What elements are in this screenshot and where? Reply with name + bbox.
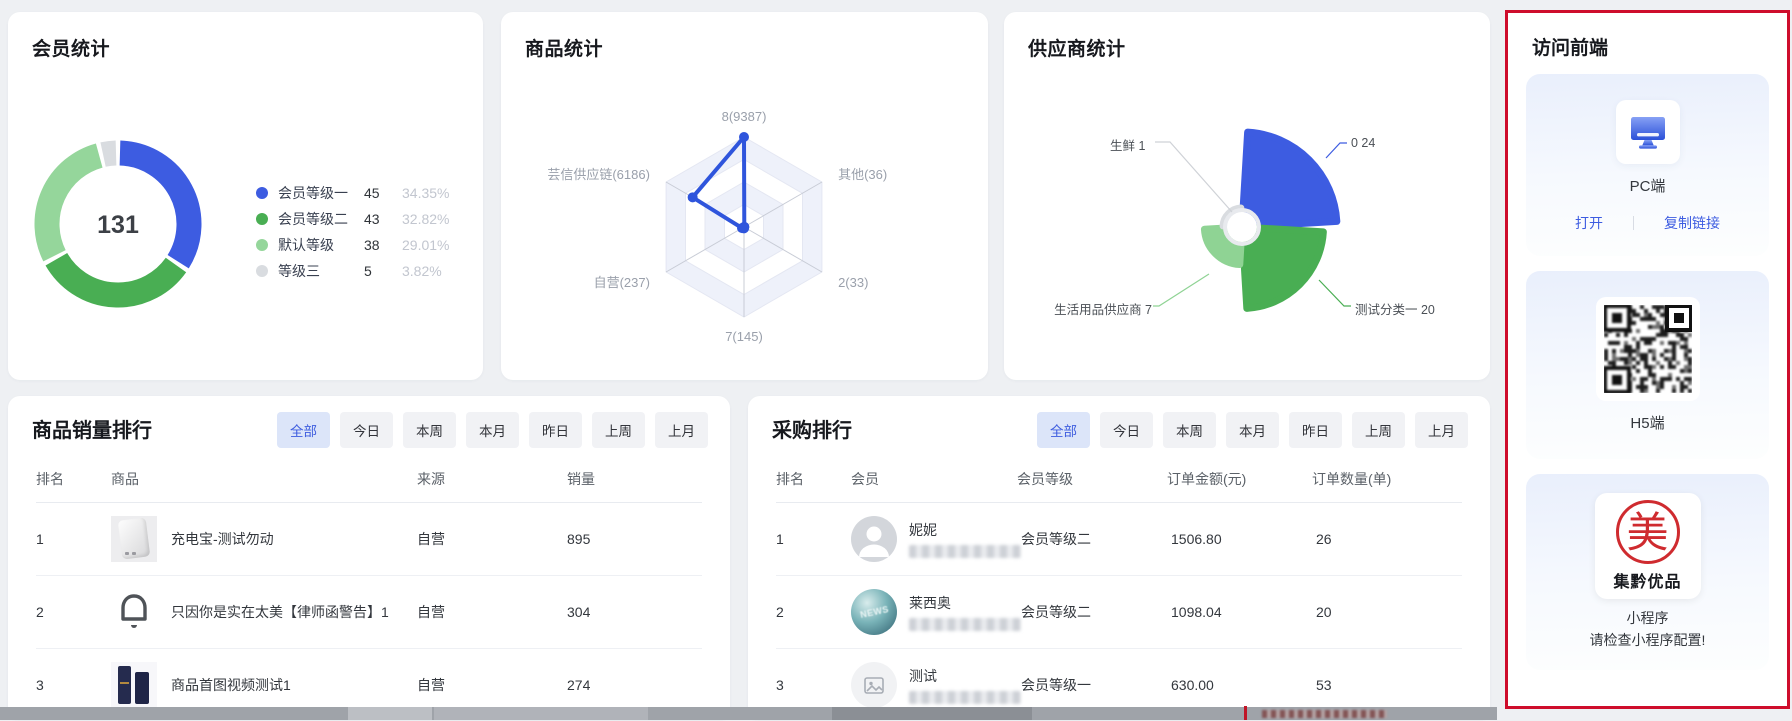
product-stats-card: 商品统计 8(9387)其他(36)2(33)7(145)自营(237)芸信供应… (501, 12, 988, 380)
h5-access-card: H5端 (1526, 271, 1769, 459)
rose-label-daily: 生活用品供应商 7 (1032, 299, 1152, 318)
brand-logo: 美 集黔优品 (1595, 493, 1701, 599)
pc-access-card: PC端 打开 复制链接 (1526, 74, 1769, 256)
redacted-phone (909, 691, 1021, 704)
tab-last-month[interactable]: 上月 (1415, 412, 1468, 448)
h5-qr-code (1596, 297, 1700, 401)
table-row[interactable]: 2 只因你是实在太美【律师函警告】1 自营 304 (36, 576, 702, 649)
monitor-icon (1616, 100, 1680, 164)
tab-yesterday[interactable]: 昨日 (529, 412, 582, 448)
pc-label: PC端 (1630, 175, 1666, 196)
product-image (111, 516, 157, 562)
tab-last-month[interactable]: 上月 (655, 412, 708, 448)
avatar (851, 516, 897, 562)
svg-text:2(33): 2(33) (838, 275, 868, 290)
legend-dot (256, 187, 268, 199)
miniprogram-card: 美 集黔优品 小程序 请检查小程序配置! (1526, 474, 1769, 670)
legend-dot (256, 213, 268, 225)
legend-item: 会员等级二 43 32.82% (256, 206, 449, 232)
product-image (111, 662, 157, 708)
redacted-phone (909, 618, 1021, 631)
svg-text:其他(36): 其他(36) (838, 167, 887, 182)
member-legend: 会员等级一 45 34.35% 会员等级二 43 32.82% 默认等级 38 … (256, 180, 449, 284)
redacted-phone (909, 545, 1021, 558)
bell-icon (111, 589, 157, 635)
legend-item: 会员等级一 45 34.35% (256, 180, 449, 206)
tab-this-week[interactable]: 本周 (403, 412, 456, 448)
sales-table-header: 排名 商品 来源 销量 (36, 456, 702, 503)
member-stats-card: 会员统计 131 会员等级一 45 34.35% 会员等级二 43 32.82%… (8, 12, 483, 380)
tab-last-week[interactable]: 上周 (592, 412, 645, 448)
table-row[interactable]: 2 NEWS 莱西奥 会员等级二 1098.04 20 (776, 576, 1462, 649)
tab-all[interactable]: 全部 (1037, 412, 1090, 448)
frontend-access-title: 访问前端 (1532, 33, 1769, 60)
sales-table: 排名 商品 来源 销量 1 充电宝-测试勿动 自营 895 2 只因你是实在太美… (36, 456, 702, 721)
legend-item: 等级三 5 3.82% (256, 258, 449, 284)
product-name: 充电宝-测试勿动 (171, 529, 274, 549)
sales-ranking-panel: 商品销量排行 全部 今日 本周 本月 昨日 上周 上月 排名 商品 来源 销量 … (8, 396, 730, 720)
brand-name: 集黔优品 (1613, 568, 1681, 592)
miniprogram-status: 小程序 请检查小程序配置! (1590, 608, 1706, 651)
frontend-access-panel: 访问前端 PC端 打开 复制链接 (1508, 13, 1787, 706)
svg-text:8(9387): 8(9387) (722, 109, 767, 124)
legend-item: 默认等级 38 29.01% (256, 232, 449, 258)
annotation-tick (1244, 706, 1247, 720)
svg-text:自营(237): 自营(237) (594, 275, 650, 290)
tab-this-week[interactable]: 本周 (1163, 412, 1216, 448)
brand-seal-icon: 美 (1616, 500, 1680, 564)
supplier-rose-chart (1004, 12, 1490, 380)
member-donut-chart: 131 (18, 124, 218, 324)
sales-ranking-title: 商品销量排行 (32, 414, 152, 443)
member-name: 测试 (909, 666, 1021, 686)
svg-text:芸信供应链(6186): 芸信供应链(6186) (547, 167, 650, 182)
product-name: 商品首图视频测试1 (171, 675, 291, 695)
annotation-red-box: 访问前端 PC端 打开 复制链接 (1505, 10, 1790, 709)
rose-label-0: 0 24 (1351, 136, 1375, 150)
purchase-table: 排名 会员 会员等级 订单金额(元) 订单数量(单) 1 妮妮 会员等级二 15… (776, 456, 1462, 721)
image-placeholder-icon (851, 662, 897, 708)
table-row[interactable]: 1 充电宝-测试勿动 自营 895 (36, 503, 702, 576)
product-radar-chart: 8(9387) 其他(36) 2(33) 7(145) 自营(237) 芸信供应链(618… (501, 12, 988, 380)
sales-period-tabs: 全部 今日 本周 本月 昨日 上周 上月 (277, 412, 708, 448)
supplier-stats-card: 供应商统计 0 24 测试分类一 20 生活用品供应商 7 生鲜 1 (1004, 12, 1490, 380)
tab-yesterday[interactable]: 昨日 (1289, 412, 1342, 448)
legend-dot (256, 265, 268, 277)
tab-last-week[interactable]: 上周 (1352, 412, 1405, 448)
h5-label: H5端 (1630, 412, 1664, 433)
open-pc-link[interactable]: 打开 (1575, 213, 1603, 233)
rose-label-fresh: 生鲜 1 (1110, 135, 1145, 154)
svg-text:131: 131 (97, 211, 139, 239)
member-stats-title: 会员统计 (32, 34, 110, 61)
copy-link-button[interactable]: 复制链接 (1664, 213, 1720, 233)
tab-today[interactable]: 今日 (1100, 412, 1153, 448)
legend-dot (256, 239, 268, 251)
table-row[interactable]: 1 妮妮 会员等级二 1506.80 26 (776, 503, 1462, 576)
tab-all[interactable]: 全部 (277, 412, 330, 448)
svg-text:7(145): 7(145) (725, 329, 763, 344)
purchase-table-header: 排名 会员 会员等级 订单金额(元) 订单数量(单) (776, 456, 1462, 503)
member-name: 妮妮 (909, 520, 1021, 540)
purchase-ranking-title: 采购排行 (772, 414, 852, 443)
tab-this-month[interactable]: 本月 (466, 412, 519, 448)
avatar: NEWS (851, 589, 897, 635)
rose-label-testcat: 测试分类一 20 (1355, 299, 1435, 318)
purchase-period-tabs: 全部 今日 本周 本月 昨日 上周 上月 (1037, 412, 1468, 448)
tab-today[interactable]: 今日 (340, 412, 393, 448)
tab-this-month[interactable]: 本月 (1226, 412, 1279, 448)
divider (1633, 216, 1634, 230)
product-name: 只因你是实在太美【律师函警告】1 (171, 602, 389, 622)
member-name: 莱西奥 (909, 593, 1021, 613)
purchase-ranking-panel: 采购排行 全部 今日 本周 本月 昨日 上周 上月 排名 会员 会员等级 订单金… (748, 396, 1490, 720)
annotation-smudge (1262, 710, 1387, 718)
